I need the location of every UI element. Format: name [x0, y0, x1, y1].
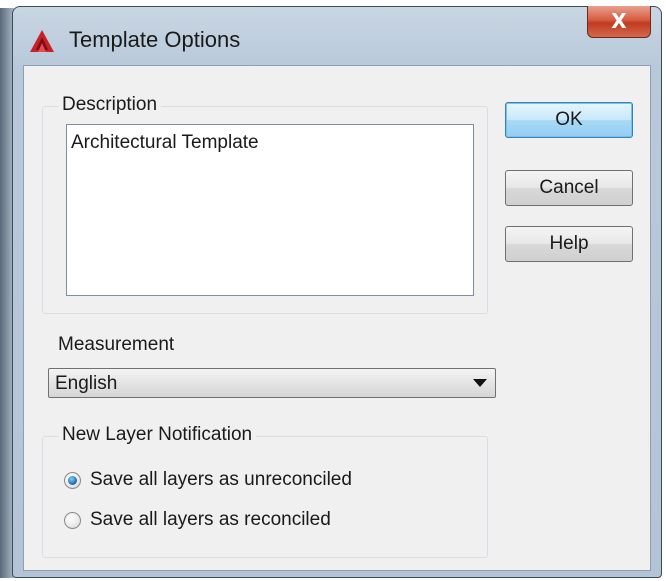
radio-button-unchecked[interactable] [64, 512, 81, 529]
close-button[interactable]: X [587, 6, 651, 38]
description-field[interactable]: Architectural Template [66, 124, 474, 296]
new-layer-notification-label: New Layer Notification [58, 424, 257, 446]
autocad-app-icon [30, 30, 54, 52]
description-label: Description [58, 94, 162, 116]
dialog-client-area: Description Architectural Template OK Ca… [23, 65, 651, 571]
measurement-select[interactable]: English [48, 368, 496, 398]
template-options-dialog: Template Options X Description Architect… [0, 0, 666, 581]
new-layer-notification-group [42, 436, 488, 558]
ok-button[interactable]: OK [505, 102, 633, 138]
measurement-label: Measurement [58, 334, 175, 355]
close-icon: X [611, 9, 627, 33]
chevron-down-icon [473, 379, 487, 387]
radio-button-checked[interactable] [64, 472, 81, 489]
cancel-button[interactable]: Cancel [505, 170, 633, 206]
window-title: Template Options [69, 27, 241, 52]
help-button[interactable]: Help [505, 226, 633, 262]
window-frame: Template Options X Description Architect… [12, 6, 662, 578]
measurement-selected-value: English [55, 373, 118, 394]
radio-label: Save all layers as unreconciled [90, 469, 352, 490]
radio-label: Save all layers as reconciled [90, 509, 331, 530]
title-bar[interactable]: Template Options X [13, 6, 661, 65]
